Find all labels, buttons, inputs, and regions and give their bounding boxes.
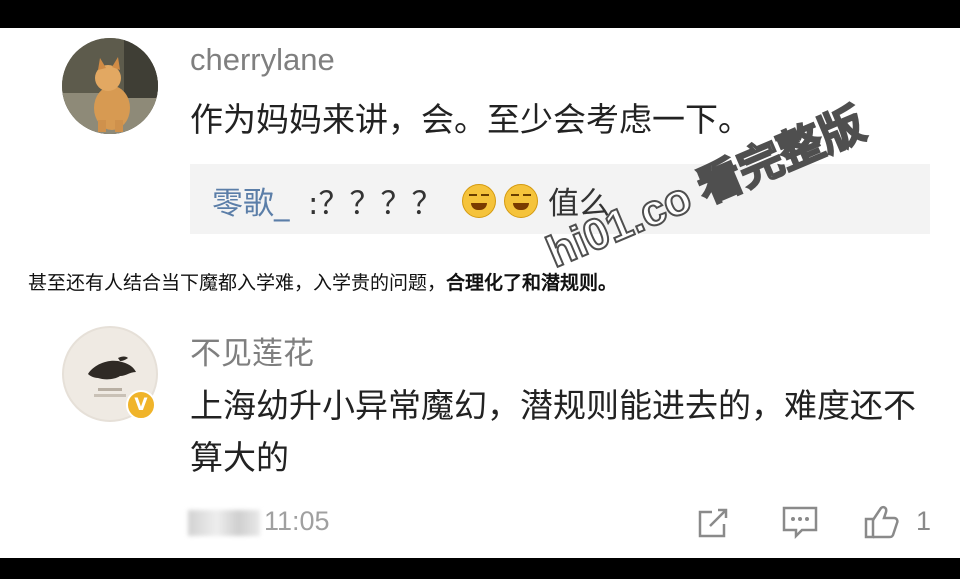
like-count: 1 (916, 506, 932, 536)
reply-text: :？？？？ (308, 186, 443, 222)
comment-bubble-icon (782, 506, 818, 540)
verified-badge: V (126, 390, 156, 420)
caption-text: 甚至还有人结合当下魔都入学难，入学贵的问题，合理化了和潜规则。 (28, 268, 617, 295)
comment-text: 作为妈妈来讲，会。至少会考虑一下。 (190, 100, 751, 139)
comment-thread: cherrylane 作为妈妈来讲，会。至少会考虑一下。 零歌_ :？？？？ 值… (0, 28, 960, 558)
avatar-cherrylane[interactable] (62, 38, 158, 134)
grinning-sweat-emoji-icon (462, 184, 496, 218)
username-bujianlianhua[interactable]: 不见莲花 (190, 328, 314, 373)
cat-photo-icon (62, 38, 158, 134)
comment-button[interactable] (780, 502, 820, 542)
thumbs-up-icon (864, 505, 899, 539)
reply-author[interactable]: 零歌_ (212, 178, 290, 223)
share-icon (698, 508, 728, 538)
like-button[interactable] (862, 502, 902, 542)
blurred-source-label (188, 510, 260, 536)
grinning-sweat-emoji-icon (504, 184, 538, 218)
timestamp: 11:05 (264, 506, 330, 536)
share-button[interactable] (694, 502, 734, 542)
caption-normal: 甚至还有人结合当下魔都入学难，入学贵的问题， (28, 272, 447, 294)
username-cherrylane[interactable]: cherrylane (190, 42, 335, 78)
caption-bold: 合理化了和潜规则。 (446, 272, 618, 294)
comment-text: 上海幼升小异常魔幻，潜规则能进去的，难度还不算大的 (190, 386, 916, 477)
